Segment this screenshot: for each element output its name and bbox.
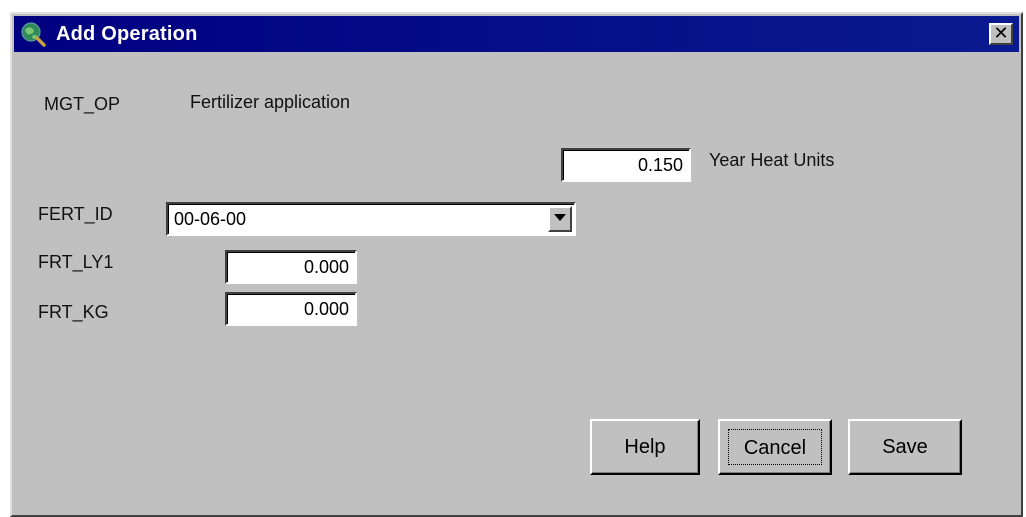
cancel-button[interactable]: Cancel — [718, 419, 832, 475]
heat-units-input[interactable]: 0.150 — [561, 148, 691, 182]
dropdown-arrow-button[interactable] — [548, 206, 572, 232]
focus-indicator: Cancel — [728, 429, 822, 465]
close-icon: ✕ — [993, 23, 1009, 43]
close-button[interactable]: ✕ — [989, 23, 1013, 45]
heat-units-label: Year Heat Units — [709, 150, 835, 170]
title-bar[interactable]: Add Operation ✕ — [14, 16, 1019, 52]
fert-id-dropdown[interactable]: 00-06-00 — [166, 202, 576, 236]
frt-ly1-input[interactable]: 0.000 — [225, 250, 357, 284]
globe-magnifier-icon — [20, 21, 46, 47]
frt-kg-label: FRT_KG — [38, 302, 109, 322]
mgt-op-value: Fertilizer application — [190, 92, 351, 112]
mgt-op-label: MGT_OP — [44, 94, 121, 114]
fert-id-label: FERT_ID — [38, 204, 113, 224]
help-button[interactable]: Help — [590, 419, 700, 475]
frt-ly1-label: FRT_LY1 — [38, 252, 114, 272]
save-button[interactable]: Save — [848, 419, 962, 475]
dialog-title: Add Operation — [56, 23, 198, 45]
frt-kg-input[interactable]: 0.000 — [225, 292, 357, 326]
add-operation-dialog: Add Operation ✕ MGT_OP Fertilizer applic… — [10, 12, 1023, 517]
fert-id-selected-value: 00-06-00 — [174, 209, 247, 229]
